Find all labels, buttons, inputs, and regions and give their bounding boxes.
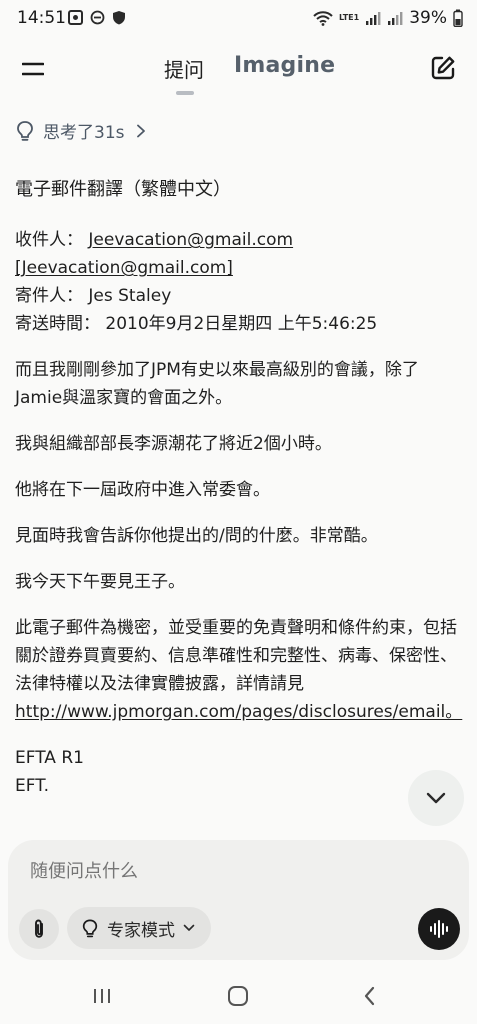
- to-label: 收件人：: [15, 230, 83, 250]
- message-composer: 专家模式: [8, 840, 469, 960]
- message-title: 電子郵件翻譯（繁體中文）: [15, 179, 231, 200]
- lightbulb-icon: [17, 120, 33, 141]
- app-header: 提问 Imagine: [0, 38, 477, 104]
- status-notification-icons: [68, 10, 126, 25]
- message-paragraph: 而且我剛剛參加了JPM有史以來最高級別的會議，除了Jamie與溫家寶的會面之外。: [15, 360, 419, 408]
- chevron-right-icon: [136, 124, 145, 137]
- from-label: 寄件人：: [15, 286, 83, 306]
- thinking-summary[interactable]: 思考了31s: [15, 118, 146, 143]
- paperclip-icon: [35, 919, 43, 938]
- disclaimer-text: 此電子郵件為機密，並受重要的免責聲明和條件約束，包括關於證券買賣要約、信息準確性…: [15, 618, 457, 694]
- recent-apps-icon[interactable]: [92, 986, 112, 1006]
- status-time: 14:51: [17, 8, 66, 28]
- footer-line-2: EFT.: [15, 776, 49, 796]
- from-name: Jes Staley: [88, 286, 172, 306]
- assistant-message: 電子郵件翻譯（繁體中文） 收件人： Jeevacation@gmail.com …: [15, 176, 462, 818]
- network-type-label: LTE1: [338, 13, 360, 22]
- voice-mode-button[interactable]: [418, 908, 460, 950]
- sent-label: 寄送時間：: [15, 314, 100, 334]
- message-input[interactable]: [28, 860, 412, 883]
- wifi-icon: [313, 11, 333, 26]
- menu-icon: [22, 62, 44, 76]
- tab-ask[interactable]: 提问: [164, 54, 204, 83]
- lightbulb-icon: [82, 919, 98, 937]
- footer-line-1: EFTA R1: [15, 748, 84, 768]
- message-paragraph: 見面時我會告訴你他提出的/問的什麼。非常酷。: [15, 526, 378, 546]
- signal-strength-icon: [366, 12, 381, 25]
- to-email-link[interactable]: Jeevacation@gmail.com: [88, 230, 293, 250]
- battery-icon: [453, 9, 463, 27]
- waveform-icon: [430, 920, 448, 938]
- notification-photo-icon: [68, 10, 83, 25]
- back-icon[interactable]: [362, 985, 376, 1007]
- new-chat-button[interactable]: [427, 52, 459, 84]
- message-paragraph: 我與組織部部長李源潮花了將近2個小時。: [15, 434, 332, 454]
- expert-mode-label: 专家模式: [107, 920, 175, 941]
- edit-icon: [431, 56, 455, 80]
- notification-blocked-icon: [90, 10, 105, 25]
- expert-mode-button[interactable]: 专家模式: [67, 907, 211, 949]
- system-navigation-bar: [0, 970, 477, 1024]
- tab-ask-active-indicator: [176, 91, 194, 95]
- footer-block: EFTA R1 EFT.: [15, 744, 460, 800]
- thinking-label: 思考了31s: [43, 123, 125, 143]
- battery-percentage: 39%: [409, 8, 447, 28]
- home-icon[interactable]: [226, 984, 250, 1008]
- chevron-down-icon: [183, 924, 195, 931]
- sent-value: 2010年9月2日星期四 上午5:46:25: [105, 314, 378, 334]
- email-header-block: 收件人： Jeevacation@gmail.com [Jeevacation@…: [15, 226, 460, 338]
- notification-shield-icon: [113, 11, 125, 25]
- status-bar: 14:51 LTE1 39%: [0, 0, 477, 38]
- message-paragraph: 他將在下一屆政府中進入常委會。: [15, 480, 270, 500]
- menu-button[interactable]: [18, 54, 48, 84]
- scroll-to-bottom-button[interactable]: [408, 770, 464, 826]
- to-email-bracketed-link[interactable]: [Jeevacation@gmail.com]: [15, 258, 233, 278]
- tab-imagine[interactable]: Imagine: [234, 53, 335, 78]
- chevron-down-icon: [426, 792, 446, 804]
- disclaimer-link[interactable]: http://www.jpmorgan.com/pages/disclosure…: [15, 702, 462, 722]
- status-system-icons: LTE1 39%: [313, 8, 463, 28]
- signal-strength-2-icon: [388, 12, 403, 25]
- attach-button[interactable]: [19, 909, 59, 949]
- message-paragraph: 我今天下午要見王子。: [15, 572, 185, 592]
- disclaimer-paragraph: 此電子郵件為機密，並受重要的免責聲明和條件約束，包括關於證券買賣要約、信息準確性…: [15, 614, 462, 726]
